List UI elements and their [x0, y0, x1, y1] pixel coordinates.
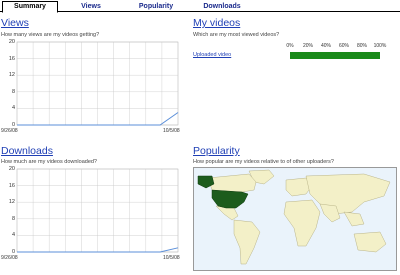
y-tick-label: 4	[11, 105, 15, 112]
world-map[interactable]	[193, 167, 397, 271]
downloads-x-start-label: 9/26/08	[1, 255, 18, 261]
y-tick-label: 4	[11, 232, 15, 239]
y-tick-label: 16	[8, 182, 15, 189]
region-south-america	[233, 219, 261, 265]
region-australia	[353, 231, 387, 253]
series-line	[17, 112, 179, 126]
y-tick-label: 8	[11, 215, 15, 222]
y-tick-label: 20	[8, 39, 15, 45]
popularity-title[interactable]: Popularity	[193, 145, 240, 157]
downloads-title[interactable]: Downloads	[1, 145, 53, 157]
tab-popularity[interactable]: Popularity	[126, 2, 186, 13]
uploaded-video-link[interactable]: Uploaded video	[193, 52, 231, 59]
scale-label: 60%	[338, 43, 349, 49]
y-tick-label: 12	[8, 199, 15, 206]
y-tick-label: 16	[8, 55, 15, 62]
region-asia	[305, 173, 391, 215]
downloads-x-end-label: 10/5/08	[163, 255, 180, 261]
region-canada	[207, 173, 257, 193]
scale-label: 80%	[356, 43, 367, 49]
region-southeast-asia	[343, 211, 365, 227]
world-map-graphic	[197, 169, 391, 265]
popularity-subtitle: How popular are my videos relative to of…	[193, 159, 334, 165]
series-line	[17, 247, 179, 253]
region-africa	[283, 199, 321, 247]
views-x-start-label: 9/26/08	[1, 128, 18, 134]
tab-views[interactable]: Views	[64, 2, 118, 13]
views-subtitle: How many views are my videos getting?	[1, 32, 100, 38]
views-title[interactable]: Views	[1, 17, 29, 29]
scale-label: 0%	[286, 43, 294, 49]
tab-downloads[interactable]: Downloads	[192, 2, 252, 13]
y-tick-label: 20	[8, 166, 15, 172]
scale-label: 40%	[320, 43, 331, 49]
chart-frame	[16, 41, 179, 126]
tab-summary[interactable]: Summary	[2, 1, 58, 13]
scale-label: 20%	[302, 43, 313, 49]
tab-bar: Summary Views Popularity Downloads	[0, 0, 400, 13]
chart-frame	[16, 168, 179, 253]
region-united-states	[211, 189, 249, 209]
downloads-subtitle: How much are my videos downloaded?	[1, 159, 97, 165]
video-bar-fill	[290, 52, 380, 59]
my-videos-title[interactable]: My videos	[193, 17, 240, 29]
y-tick-label: 8	[11, 88, 15, 95]
views-x-end-label: 10/5/08	[163, 128, 180, 134]
y-tick-label: 12	[8, 72, 15, 79]
scale-label: 100%	[373, 43, 387, 49]
my-videos-subtitle: Which are my most viewed videos?	[193, 32, 280, 38]
